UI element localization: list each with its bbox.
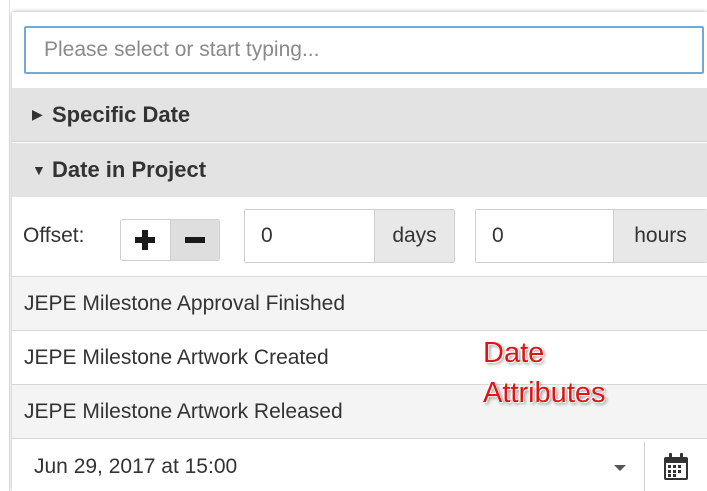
plus-icon (135, 230, 156, 250)
list-item-label: JEPE Milestone Artwork Released (24, 399, 343, 423)
search-input[interactable] (24, 26, 704, 74)
list-item[interactable]: JEPE Milestone Approval Finished (12, 277, 707, 331)
date-select[interactable]: Jun 29, 2017 at 15:00 (12, 442, 645, 491)
section-title: Date in Project (52, 157, 207, 182)
background-window-edge (0, 0, 10, 491)
section-specific-date[interactable]: ▶ Specific Date (12, 88, 707, 142)
date-row: Jun 29, 2017 at 15:00 (12, 442, 707, 491)
days-input[interactable] (245, 210, 374, 262)
section-title: Specific Date (52, 101, 191, 127)
caret-down-icon: ▼ (32, 162, 46, 178)
days-unit-label: days (374, 210, 454, 262)
list-item-label: JEPE Milestone Approval Finished (24, 291, 345, 315)
offset-sign-toggle (120, 219, 220, 261)
section-date-in-project[interactable]: ▼ Date in Project (12, 143, 707, 197)
hours-unit-label: hours (613, 210, 707, 262)
calendar-button[interactable] (645, 442, 707, 491)
date-value: Jun 29, 2017 at 15:00 (34, 454, 238, 478)
annotation-line: Date (483, 337, 545, 369)
caret-right-icon: ▶ (32, 106, 43, 122)
chevron-down-icon[interactable] (614, 465, 626, 471)
days-input-group: days (244, 209, 455, 263)
minus-button[interactable] (169, 220, 219, 260)
plus-button[interactable] (121, 220, 170, 260)
offset-row: Offset: days hours (12, 198, 707, 276)
list-item-label: JEPE Milestone Artwork Created (24, 345, 329, 369)
offset-label: Offset: (23, 224, 85, 247)
hours-input-group: hours (475, 209, 707, 263)
calendar-icon (664, 452, 688, 480)
annotation-line: Attributes (483, 377, 606, 409)
hours-input[interactable] (476, 210, 613, 262)
date-picker-panel: ▶ Specific Date ▼ Date in Project Offset… (12, 12, 707, 491)
date-attributes-annotation: Date Attributes (483, 333, 606, 413)
minus-icon (184, 237, 205, 243)
